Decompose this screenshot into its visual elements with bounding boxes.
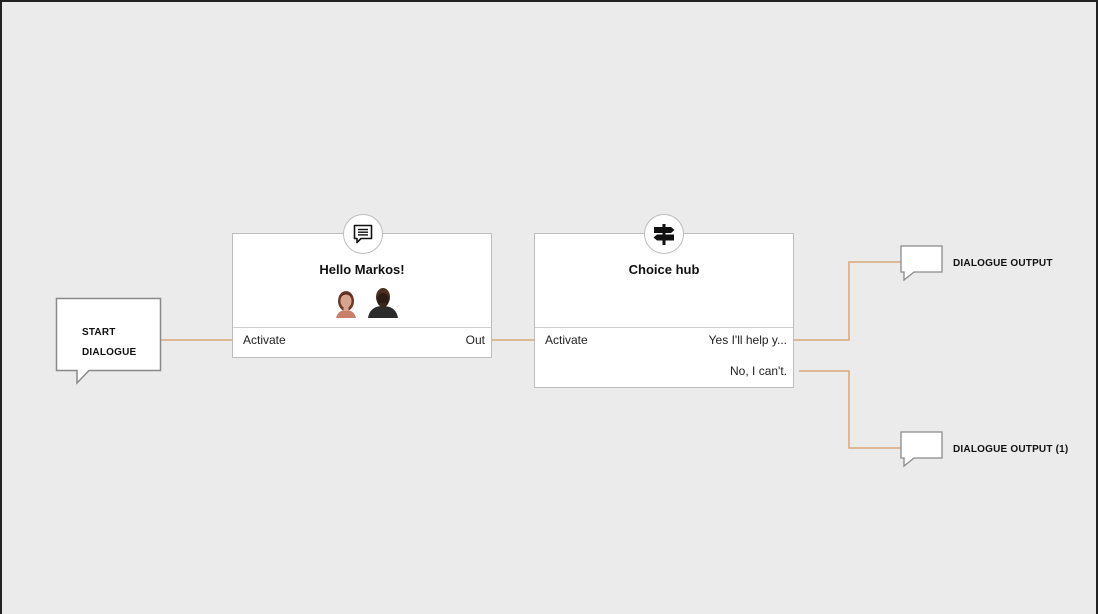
speech-bubble-icon bbox=[343, 214, 383, 254]
choice-option-yes[interactable]: Yes I'll help y... bbox=[709, 333, 787, 347]
dialogue-output-port[interactable]: Out bbox=[466, 333, 485, 347]
start-label-line1: START bbox=[82, 327, 116, 338]
wire-choice-no bbox=[799, 370, 902, 449]
start-dialogue-label: START DIALOGUE bbox=[82, 323, 136, 363]
dialogue-output-node[interactable] bbox=[900, 245, 946, 283]
choice-hub-node[interactable]: Choice hub Activate Yes I'll help y... N… bbox=[534, 233, 794, 388]
graph-canvas[interactable]: START DIALOGUE Hello Markos! Activate Ou… bbox=[0, 0, 1098, 614]
choice-input-port[interactable]: Activate bbox=[545, 333, 588, 347]
choice-option-no[interactable]: No, I can't. bbox=[730, 364, 787, 378]
woman-portrait-icon bbox=[336, 291, 356, 318]
choice-hub-ports: Activate Yes I'll help y... No, I can't. bbox=[535, 327, 793, 388]
wire-choice-yes bbox=[793, 261, 902, 341]
dialogue-input-port[interactable]: Activate bbox=[243, 333, 286, 347]
dialogue-node-title: Hello Markos! bbox=[319, 262, 405, 277]
man-portrait-icon bbox=[368, 288, 398, 318]
signpost-icon bbox=[644, 214, 684, 254]
choice-hub-title: Choice hub bbox=[628, 262, 700, 277]
start-label-line2: DIALOGUE bbox=[82, 347, 137, 358]
dialogue-node-ports: Activate Out bbox=[233, 327, 491, 352]
dialogue-output-1-node[interactable] bbox=[900, 431, 946, 469]
dialogue-output-1-label: DIALOGUE OUTPUT (1) bbox=[953, 444, 1069, 455]
dialogue-output-label: DIALOGUE OUTPUT bbox=[953, 258, 1053, 269]
